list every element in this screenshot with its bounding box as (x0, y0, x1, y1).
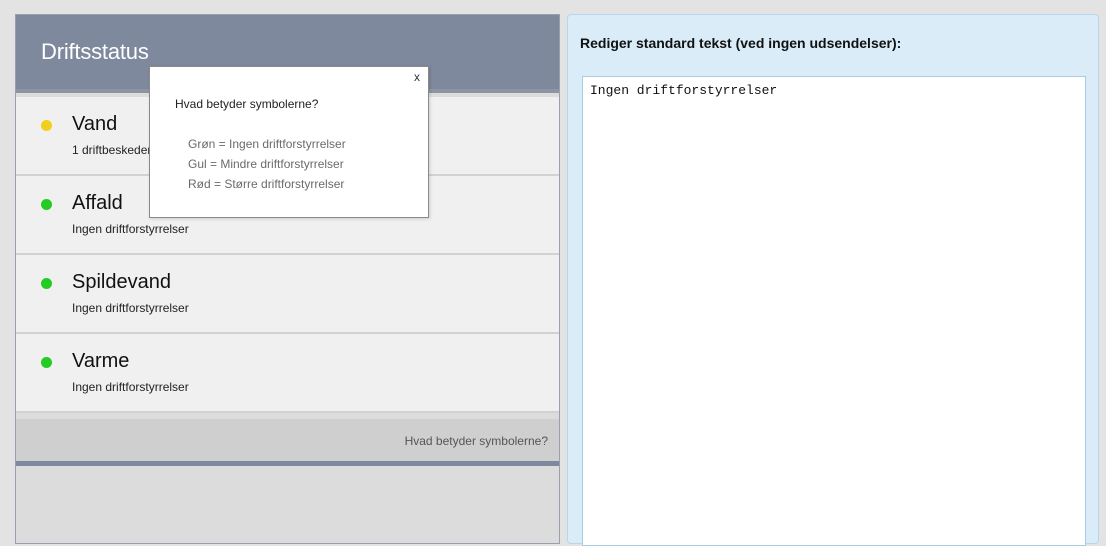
status-item-name: Affald (72, 192, 123, 214)
status-item-desc: 1 driftbeskeder (72, 143, 152, 157)
edit-title: Rediger standard tekst (ved ingen udsend… (580, 35, 902, 51)
status-title: Driftsstatus (41, 39, 149, 64)
status-dot-green-icon (41, 199, 52, 210)
popup-title: Hvad betyder symbolerne? (175, 97, 319, 111)
status-item-spildevand[interactable]: Spildevand Ingen driftforstyrrelser (16, 255, 559, 334)
status-item-desc: Ingen driftforstyrrelser (72, 222, 189, 236)
status-item-name: Vand (72, 113, 118, 135)
status-item-name: Varme (72, 350, 130, 372)
legend-link[interactable]: Hvad betyder symbolerne? (405, 434, 548, 448)
popup-legend-green: Grøn = Ingen driftforstyrrelser (188, 137, 346, 151)
status-item-varme[interactable]: Varme Ingen driftforstyrrelser (16, 334, 559, 413)
edit-panel: Rediger standard tekst (ved ingen udsend… (567, 14, 1099, 546)
status-dot-green-icon (41, 278, 52, 289)
status-item-desc: Ingen driftforstyrrelser (72, 380, 189, 394)
status-dot-green-icon (41, 357, 52, 368)
popup-legend-red: Rød = Større driftforstyrrelser (188, 177, 345, 191)
legend-popup: x Hvad betyder symbolerne? Grøn = Ingen … (149, 66, 429, 218)
status-dot-yellow-icon (41, 120, 52, 131)
status-item-name: Spildevand (72, 271, 171, 293)
popup-legend-yellow: Gul = Mindre driftforstyrrelser (188, 157, 344, 171)
standard-text-input[interactable]: Ingen driftforstyrrelser (582, 76, 1086, 546)
close-icon[interactable]: x (414, 70, 420, 84)
legend-bar: Hvad betyder symbolerne? (16, 419, 559, 466)
status-item-desc: Ingen driftforstyrrelser (72, 301, 189, 315)
